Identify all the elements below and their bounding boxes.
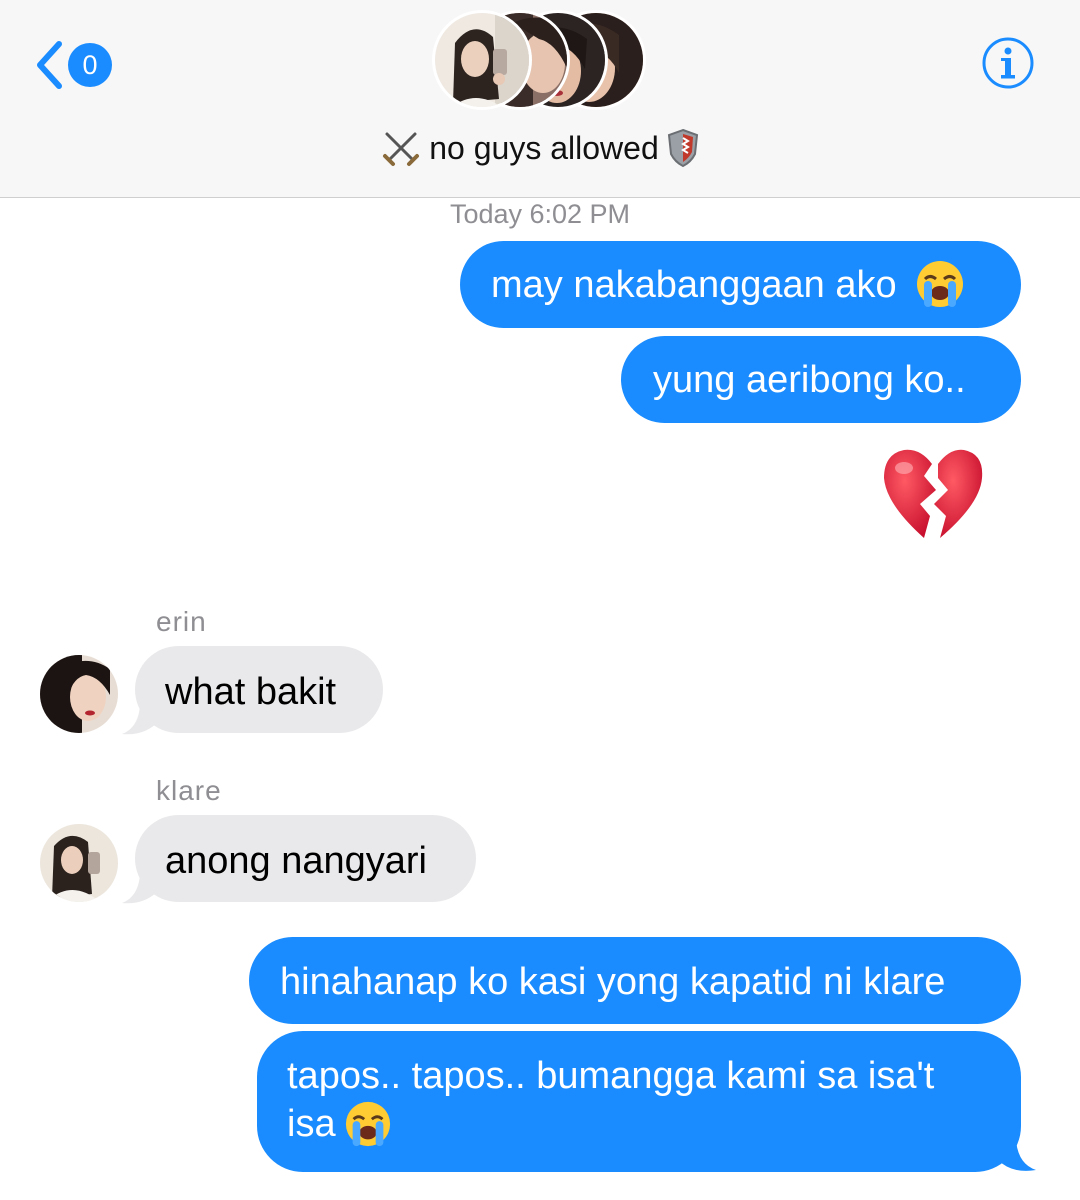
sender-name: erin [156,606,207,637]
sender-name: klare [156,775,222,806]
avatar-erin[interactable] [40,655,118,733]
loudly-crying-face-icon [917,260,964,307]
outgoing-message[interactable]: yung aeribong ko.. [621,336,1021,423]
message-text: anong nangyari [165,840,427,882]
bubble-tail [122,706,156,735]
conversation-header: 0 no guys allowed [0,0,1080,198]
bubble-tail [998,1140,1036,1171]
back-button[interactable]: 0 [34,38,112,92]
outgoing-message[interactable]: tapos.. tapos.. bumangga kami sa isa't i… [257,1031,1021,1172]
message-text: may nakabanggaan ako [491,264,897,306]
group-name-text: no guys allowed [429,129,659,166]
incoming-message[interactable]: anong nangyari [135,815,476,902]
bubble-tail [122,875,156,904]
outgoing-message[interactable]: may nakabanggaan ako [460,241,1021,328]
group-avatars[interactable] [432,10,652,114]
unread-count-badge: 0 [68,43,112,87]
info-button[interactable] [982,37,1034,89]
outgoing-message[interactable]: hinahanap ko kasi yong kapatid ni klare [249,937,1021,1024]
broken-heart-icon[interactable] [880,446,986,542]
chevron-left-icon [37,41,62,89]
message-text: yung aeribong ko.. [653,359,966,401]
crossed-swords-icon [383,132,420,166]
message-text-line-1: tapos.. tapos.. bumangga kami sa isa't [287,1055,935,1097]
message-text: hinahanap ko kasi yong kapatid ni klare [280,961,946,1003]
message-timestamp: Today 6:02 PM [449,199,631,229]
group-title[interactable]: no guys allowed [0,128,1080,168]
incoming-message[interactable]: what bakit [135,646,383,733]
avatar-klare[interactable] [40,824,118,902]
message-text: what bakit [165,671,337,713]
loudly-crying-face-icon [345,1101,390,1147]
message-text-line-2: isa [287,1100,1021,1148]
shield-icon [667,128,698,168]
group-avatar-1 [432,10,532,110]
